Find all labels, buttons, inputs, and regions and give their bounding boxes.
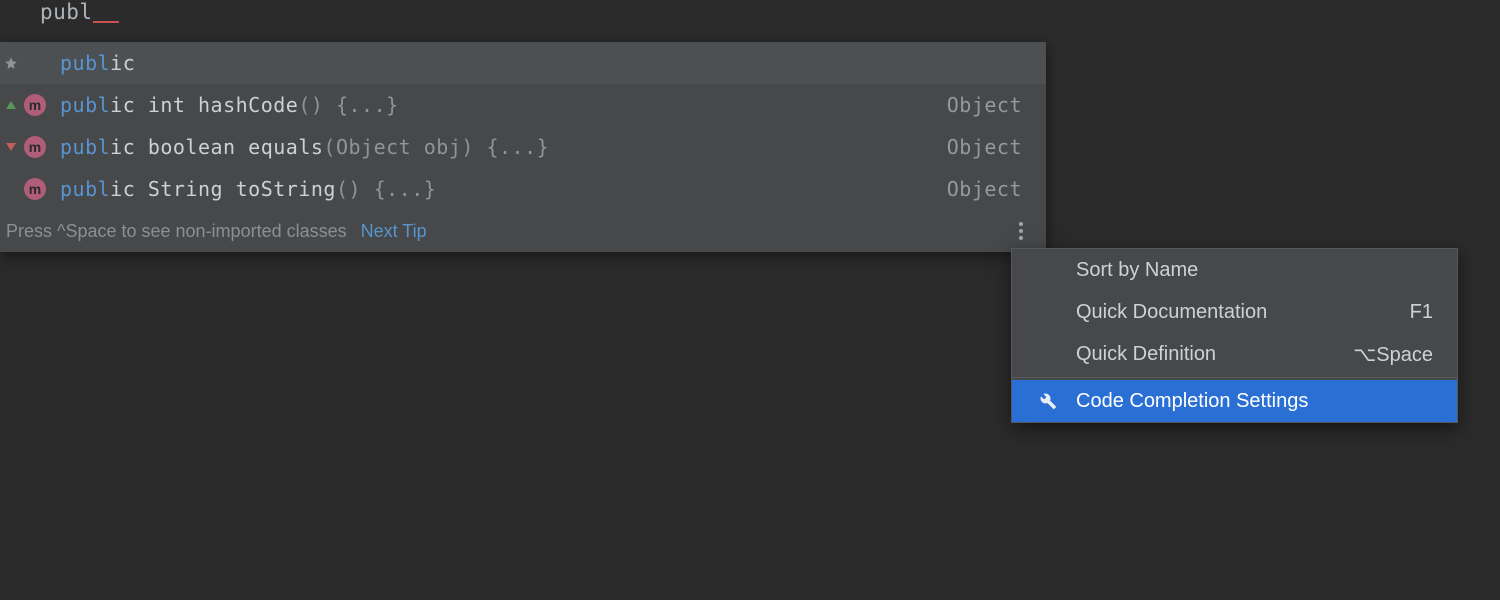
method-badge-icon: m <box>24 136 46 158</box>
completion-context-menu[interactable]: Sort by Name Quick Documentation F1 Quic… <box>1011 248 1458 423</box>
gutter-star <box>2 56 20 70</box>
menu-item-label: Quick Definition <box>1076 343 1216 366</box>
kebab-icon[interactable] <box>1010 220 1032 242</box>
star-icon <box>4 56 18 70</box>
method-badge-icon: m <box>24 178 46 200</box>
menu-item-quick-documentation[interactable]: Quick Documentation F1 <box>1012 291 1457 333</box>
menu-item-label: Sort by Name <box>1076 259 1198 282</box>
completion-popup[interactable]: public m public int hashCode() {...} Obj… <box>0 42 1046 252</box>
caret-error-underline <box>93 0 119 23</box>
editor-typed-text: publ <box>40 0 119 26</box>
completion-footer-hint: Press ^Space to see non-imported classes <box>6 221 347 242</box>
completion-item-method[interactable]: m public String toString() {...} Object <box>0 168 1046 210</box>
menu-item-sort-by-name[interactable]: Sort by Name <box>1012 249 1457 291</box>
completion-sig: public boolean equals(Object obj) {...} <box>60 135 947 159</box>
gutter-override-up <box>2 101 20 109</box>
completion-right-type: Object <box>947 177 1034 201</box>
menu-item-shortcut: F1 <box>1410 301 1433 324</box>
completion-icon-method: m <box>20 136 50 158</box>
kw-rest: ic <box>110 51 135 75</box>
completion-right-type: Object <box>947 93 1034 117</box>
completion-sig: public String toString() {...} <box>60 177 947 201</box>
gutter-override-down <box>2 143 20 151</box>
completion-sig-keyword: public <box>60 51 1022 75</box>
arrow-down-icon <box>6 143 16 151</box>
completion-icon-method: m <box>20 178 50 200</box>
menu-item-shortcut: ⌥Space <box>1353 342 1433 367</box>
completion-item-method[interactable]: m public int hashCode() {...} Object <box>0 84 1046 126</box>
wrench-icon <box>1034 391 1062 411</box>
menu-item-quick-definition[interactable]: Quick Definition ⌥Space <box>1012 333 1457 375</box>
menu-item-label: Code Completion Settings <box>1076 390 1308 413</box>
completion-sig: public int hashCode() {...} <box>60 93 947 117</box>
completion-item-keyword[interactable]: public <box>0 42 1046 84</box>
completion-right-type: Object <box>947 135 1034 159</box>
kw-match: publ <box>60 51 110 75</box>
editor-typed-text-value: publ <box>40 0 93 24</box>
method-badge-icon: m <box>24 94 46 116</box>
menu-item-label: Quick Documentation <box>1076 301 1267 324</box>
next-tip-link[interactable]: Next Tip <box>361 221 427 242</box>
completion-footer: Press ^Space to see non-imported classes… <box>0 210 1046 252</box>
arrow-up-icon <box>6 101 16 109</box>
completion-icon-method: m <box>20 94 50 116</box>
menu-separator <box>1012 377 1457 378</box>
menu-item-code-completion-settings[interactable]: Code Completion Settings <box>1012 380 1457 422</box>
completion-item-method[interactable]: m public boolean equals(Object obj) {...… <box>0 126 1046 168</box>
